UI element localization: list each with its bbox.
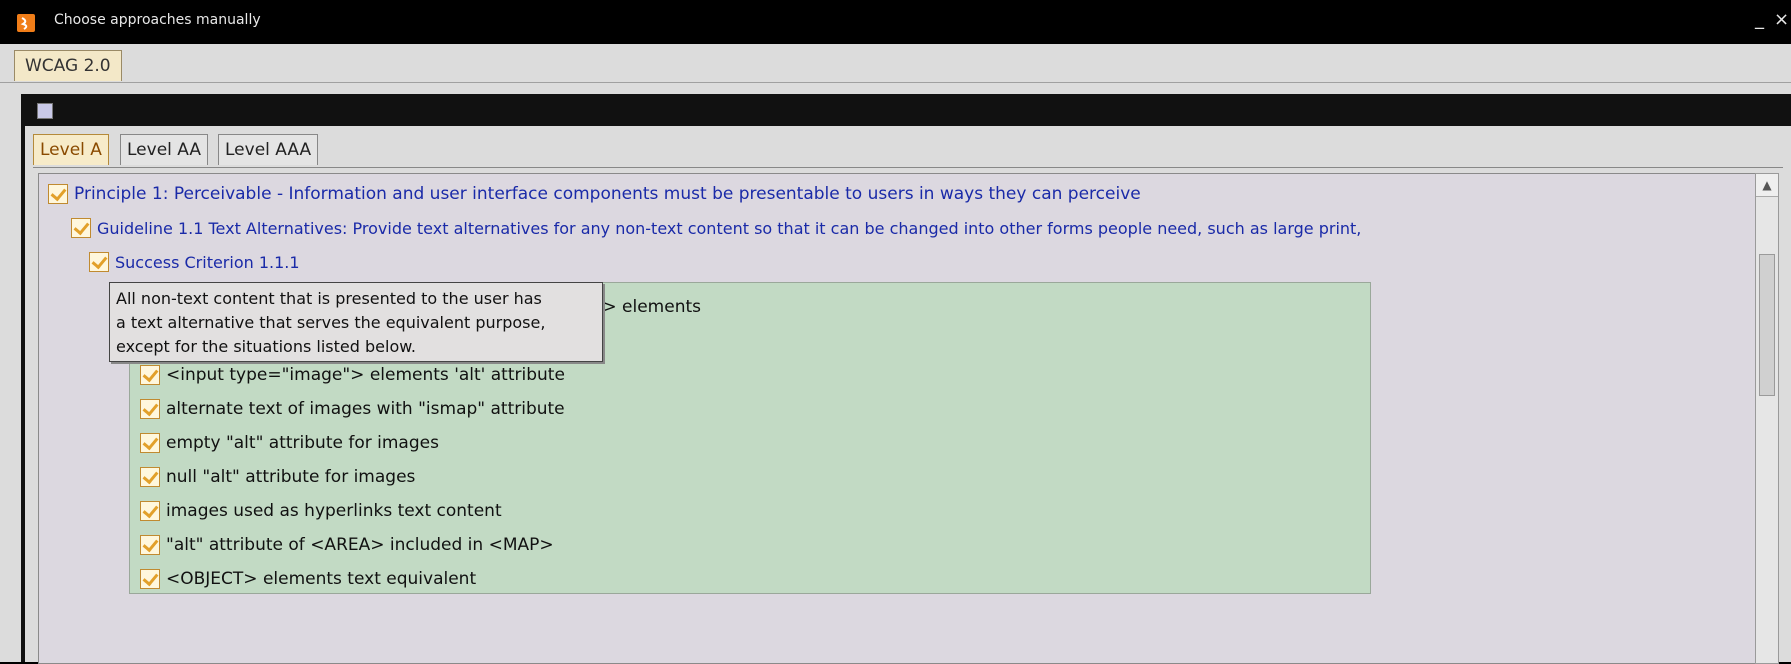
approach-checkbox[interactable] [140, 467, 160, 487]
scroll-up-arrow-icon[interactable]: ▲ [1756, 174, 1778, 197]
scroll-thumb[interactable] [1759, 254, 1775, 396]
principle-label: Principle 1: Perceivable - Information a… [74, 184, 1141, 204]
tabstrip-divider [0, 82, 1791, 83]
approach-label: <OBJECT> elements text equivalent [166, 569, 477, 589]
close-button[interactable]: × [1774, 10, 1789, 30]
approach-row[interactable]: images used as hyperlinks text content [140, 495, 502, 527]
inner-titlebar [25, 94, 1791, 126]
tooltip-line: except for the situations listed below. [116, 337, 416, 356]
criterion-label: Success Criterion 1.1.1 [115, 252, 300, 272]
approach-label: images used as hyperlinks text content [166, 501, 502, 521]
approach-row[interactable]: <OBJECT> elements text equivalent [140, 563, 476, 595]
java-app-icon [17, 14, 35, 32]
approach-row[interactable]: alternate text of images with "ismap" at… [140, 393, 565, 425]
criteria-tree: Principle 1: Perceivable - Information a… [38, 173, 1756, 664]
outer-tabstrip: WCAG 2.0 [14, 48, 1791, 82]
tab-level-aaa[interactable]: Level AAA [218, 134, 319, 165]
window-title: Choose approaches manually [54, 12, 261, 28]
approach-row[interactable]: empty "alt" attribute for images [140, 427, 439, 459]
approach-checkbox[interactable] [140, 535, 160, 555]
approach-label: T> elements [592, 297, 701, 317]
inner-frame: Level A Level AA Level AAA Principle 1: … [21, 94, 1791, 664]
approach-label: empty "alt" attribute for images [166, 433, 439, 453]
tooltip-line: a text alternative that serves the equiv… [116, 313, 546, 332]
guideline-checkbox[interactable] [71, 218, 91, 238]
approach-checkbox[interactable] [140, 433, 160, 453]
approach-row[interactable]: T> elements [592, 291, 701, 323]
tab-level-aa[interactable]: Level AA [120, 134, 209, 165]
approach-checkbox[interactable] [140, 501, 160, 521]
approach-row[interactable]: null "alt" attribute for images [140, 461, 415, 493]
level-tabstrip: Level A Level AA Level AAA [33, 132, 1783, 168]
criterion-row[interactable]: Success Criterion 1.1.1 [89, 246, 300, 278]
approach-row[interactable]: "alt" attribute of <AREA> included in <M… [140, 529, 554, 561]
minimize-button[interactable]: _ [1755, 10, 1764, 30]
approach-checkbox[interactable] [140, 569, 160, 589]
approach-label: "alt" attribute of <AREA> included in <M… [166, 535, 554, 555]
criterion-tooltip: All non-text content that is presented t… [109, 282, 603, 362]
approach-checkbox[interactable] [140, 399, 160, 419]
criterion-checkbox[interactable] [89, 252, 109, 272]
java-cup-icon [37, 103, 53, 119]
window-titlebar: Choose approaches manually _ × [0, 0, 1791, 44]
guideline-row[interactable]: Guideline 1.1 Text Alternatives: Provide… [71, 212, 1361, 244]
tab-level-a[interactable]: Level A [33, 134, 109, 165]
approach-label: <input type="image"> elements 'alt' attr… [166, 365, 565, 385]
guideline-label: Guideline 1.1 Text Alternatives: Provide… [97, 218, 1362, 238]
outer-panel: WCAG 2.0 Level A Level AA Level AAA Prin… [0, 44, 1791, 664]
tab-wcag-2-0[interactable]: WCAG 2.0 [14, 50, 122, 81]
vertical-scrollbar[interactable]: ▲ [1755, 173, 1779, 664]
level-tabs-divider [33, 167, 1783, 168]
principle-row[interactable]: Principle 1: Perceivable - Information a… [48, 178, 1141, 210]
principle-checkbox[interactable] [48, 184, 68, 204]
tooltip-line: All non-text content that is presented t… [116, 289, 542, 308]
approach-row[interactable]: <input type="image"> elements 'alt' attr… [140, 359, 565, 391]
approach-label: null "alt" attribute for images [166, 467, 416, 487]
approach-label: alternate text of images with "ismap" at… [166, 399, 565, 419]
approach-checkbox[interactable] [140, 365, 160, 385]
